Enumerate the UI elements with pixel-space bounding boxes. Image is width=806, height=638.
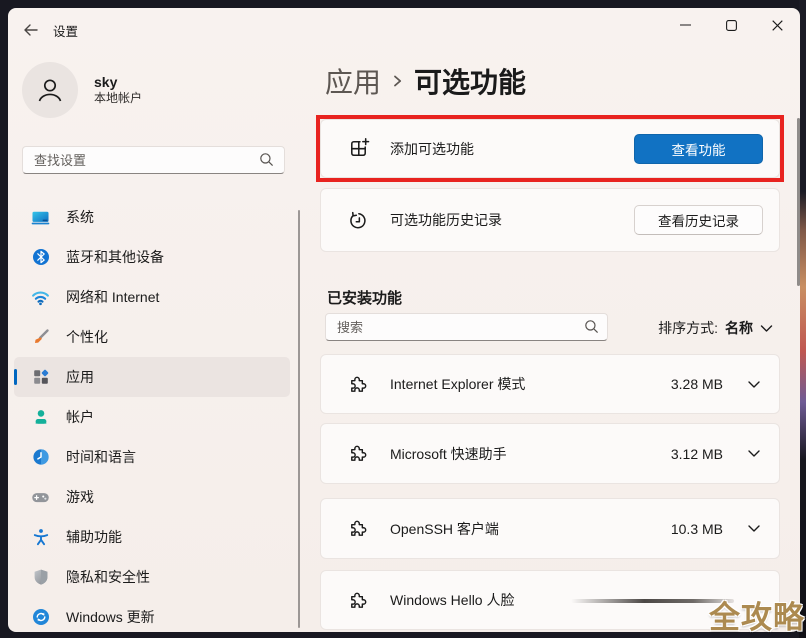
puzzle-icon bbox=[347, 442, 370, 465]
content-scrollbar[interactable] bbox=[797, 118, 800, 286]
desktop-wallpaper-edge bbox=[799, 0, 806, 638]
sidebar-item-label: 辅助功能 bbox=[66, 527, 122, 547]
window-title: 设置 bbox=[53, 21, 78, 40]
sidebar-item-system[interactable]: 系统 bbox=[14, 197, 290, 237]
feature-name: Windows Hello 人脸 bbox=[390, 590, 514, 610]
feature-search-input[interactable] bbox=[325, 313, 608, 341]
sidebar-item-privacy[interactable]: 隐私和安全性 bbox=[14, 557, 290, 597]
close-icon bbox=[772, 20, 783, 31]
history-icon bbox=[347, 209, 370, 232]
sidebar-item-personalization[interactable]: 个性化 bbox=[14, 317, 290, 357]
user-name: sky bbox=[94, 74, 142, 91]
close-button[interactable] bbox=[754, 10, 800, 40]
back-button[interactable] bbox=[18, 18, 44, 42]
system-icon bbox=[31, 208, 50, 227]
sidebar-item-label: Windows 更新 bbox=[66, 607, 155, 627]
history-label: 可选功能历史记录 bbox=[390, 210, 502, 230]
person-icon bbox=[35, 75, 65, 105]
feature-name: OpenSSH 客户端 bbox=[390, 519, 499, 539]
minimize-icon bbox=[680, 24, 691, 26]
feature-name: Microsoft 快速助手 bbox=[390, 444, 507, 464]
sidebar-item-bluetooth[interactable]: 蓝牙和其他设备 bbox=[14, 237, 290, 277]
sidebar-item-label: 系统 bbox=[66, 207, 94, 227]
sidebar-item-time-language[interactable]: 时间和语言 bbox=[14, 437, 290, 477]
puzzle-icon bbox=[347, 517, 370, 540]
accounts-icon bbox=[31, 408, 50, 427]
chevron-down-icon bbox=[760, 324, 773, 333]
wifi-icon bbox=[31, 288, 50, 307]
window-controls bbox=[662, 10, 800, 40]
sidebar-item-apps[interactable]: 应用 bbox=[14, 357, 290, 397]
bluetooth-icon bbox=[31, 248, 50, 267]
sidebar-scrollbar[interactable] bbox=[298, 210, 300, 628]
sync-icon bbox=[31, 608, 50, 627]
sort-label: 排序方式: bbox=[658, 318, 718, 338]
optional-feature-history-row: 可选功能历史记录 查看历史记录 bbox=[320, 188, 780, 252]
installed-features-heading: 已安装功能 bbox=[327, 287, 402, 308]
sidebar-item-label: 应用 bbox=[66, 367, 94, 387]
sort-dropdown[interactable]: 排序方式: 名称 bbox=[658, 318, 773, 338]
settings-window: 设置 sky 本地帐户 系统 bbox=[8, 8, 800, 632]
sort-value: 名称 bbox=[725, 318, 753, 338]
chevron-right-icon bbox=[392, 72, 403, 90]
puzzle-icon bbox=[347, 373, 370, 396]
add-optional-feature-row: 添加可选功能 查看功能 bbox=[320, 119, 780, 178]
maximize-icon bbox=[726, 20, 737, 31]
sidebar-nav: 系统 蓝牙和其他设备 网络和 Internet 个性化 应用 bbox=[14, 197, 290, 632]
shield-icon bbox=[31, 568, 50, 587]
settings-search-input[interactable] bbox=[22, 146, 285, 174]
puzzle-icon bbox=[347, 589, 370, 612]
page-title: 可选功能 bbox=[414, 61, 526, 101]
chevron-down-icon[interactable] bbox=[747, 524, 761, 533]
sidebar-item-label: 隐私和安全性 bbox=[66, 567, 150, 587]
gamepad-icon bbox=[31, 488, 50, 507]
sidebar-item-accounts[interactable]: 帐户 bbox=[14, 397, 290, 437]
sidebar-item-label: 蓝牙和其他设备 bbox=[66, 247, 164, 267]
paintbrush-icon bbox=[31, 328, 50, 347]
apps-icon bbox=[31, 368, 50, 387]
sidebar-item-label: 时间和语言 bbox=[66, 447, 136, 467]
feature-name: Internet Explorer 模式 bbox=[390, 374, 525, 394]
add-feature-icon bbox=[347, 137, 370, 160]
breadcrumb: 应用 可选功能 bbox=[325, 61, 526, 101]
maximize-button[interactable] bbox=[708, 10, 754, 40]
feature-row-openssh-client[interactable]: OpenSSH 客户端 10.3 MB bbox=[320, 498, 780, 559]
chevron-down-icon[interactable] bbox=[747, 380, 761, 389]
breadcrumb-parent[interactable]: 应用 bbox=[325, 61, 381, 101]
feature-size: 3.12 MB bbox=[671, 446, 723, 462]
sidebar-item-label: 游戏 bbox=[66, 487, 94, 507]
search-icon bbox=[584, 319, 599, 334]
back-arrow-icon bbox=[23, 22, 39, 38]
feature-row-quick-assist[interactable]: Microsoft 快速助手 3.12 MB bbox=[320, 423, 780, 484]
user-account-type: 本地帐户 bbox=[94, 91, 142, 106]
feature-row-internet-explorer-mode[interactable]: Internet Explorer 模式 3.28 MB bbox=[320, 354, 780, 414]
user-profile[interactable]: sky 本地帐户 bbox=[22, 62, 142, 118]
chevron-down-icon[interactable] bbox=[747, 449, 761, 458]
minimize-button[interactable] bbox=[662, 10, 708, 40]
accessibility-icon bbox=[31, 528, 50, 547]
add-feature-label: 添加可选功能 bbox=[390, 139, 474, 159]
watermark: 全攻略 bbox=[709, 592, 805, 637]
sidebar-item-accessibility[interactable]: 辅助功能 bbox=[14, 517, 290, 557]
feature-size: 10.3 MB bbox=[671, 521, 723, 537]
sidebar-item-label: 帐户 bbox=[66, 407, 94, 427]
avatar bbox=[22, 62, 78, 118]
sidebar-item-gaming[interactable]: 游戏 bbox=[14, 477, 290, 517]
selected-accent-bar bbox=[14, 369, 17, 385]
sidebar-item-windows-update[interactable]: Windows 更新 bbox=[14, 597, 290, 632]
sidebar-item-label: 个性化 bbox=[66, 327, 108, 347]
sidebar-item-network[interactable]: 网络和 Internet bbox=[14, 277, 290, 317]
feature-size: 3.28 MB bbox=[671, 376, 723, 392]
view-history-button[interactable]: 查看历史记录 bbox=[634, 205, 763, 235]
clock-icon bbox=[31, 448, 50, 467]
sidebar-item-label: 网络和 Internet bbox=[66, 287, 159, 307]
view-features-button[interactable]: 查看功能 bbox=[634, 134, 763, 164]
